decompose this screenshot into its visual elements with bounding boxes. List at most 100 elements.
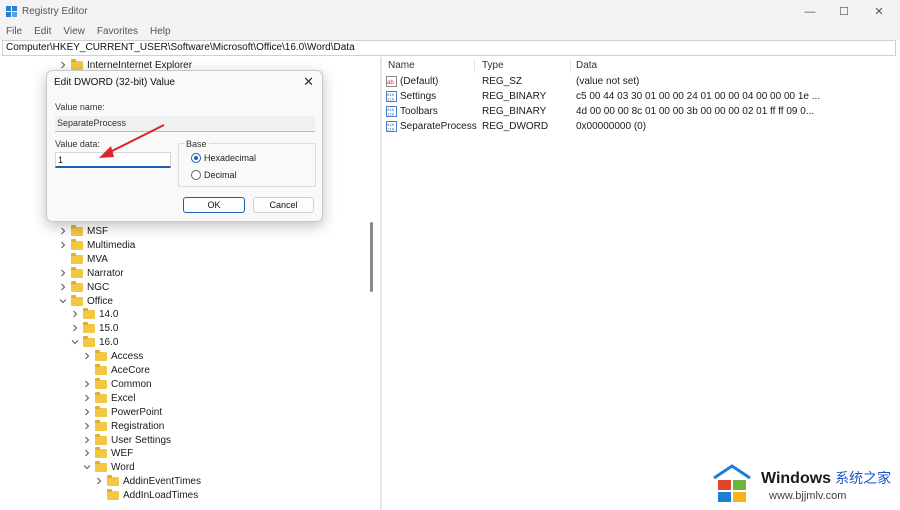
ok-button[interactable]: OK [183, 197, 245, 213]
chevron-right-icon[interactable] [82, 435, 92, 445]
address-bar[interactable]: Computer\HKEY_CURRENT_USER\Software\Micr… [2, 40, 896, 56]
cancel-button[interactable]: Cancel [253, 197, 314, 213]
tree-item[interactable]: User Settings [82, 433, 171, 447]
tree-scrollbar-thumb[interactable] [370, 222, 373, 292]
chevron-right-icon[interactable] [58, 60, 68, 70]
tree-item[interactable]: WEF [82, 446, 133, 460]
minimize-button[interactable]: — [800, 4, 820, 20]
chevron-right-icon[interactable] [82, 448, 92, 458]
folder-icon [71, 266, 83, 278]
string-value-icon: ab [386, 76, 397, 87]
chevron-right-icon[interactable] [82, 393, 92, 403]
chevron-right-icon[interactable] [58, 268, 68, 278]
tree-item[interactable]: Common [82, 377, 152, 391]
tree-item-label: Registration [111, 420, 165, 432]
chevron-down-icon[interactable] [70, 337, 80, 347]
tree-item[interactable]: MVA [58, 252, 108, 266]
tree-item[interactable]: Multimedia [58, 238, 135, 252]
hexadecimal-label[interactable]: Hexadecimal [204, 153, 256, 163]
dialog-close-icon[interactable]: ✕ [303, 74, 314, 90]
value-data-input[interactable] [55, 152, 171, 168]
tree-item[interactable]: PowerPoint [82, 405, 162, 419]
chevron-right-icon[interactable] [82, 351, 92, 361]
folder-icon [95, 446, 107, 458]
folder-icon [83, 335, 95, 347]
menu-help[interactable]: Help [144, 24, 177, 40]
tree-item[interactable]: AddinEventTimes [94, 474, 201, 488]
tree-item[interactable]: Word [82, 460, 135, 474]
base-group-label: Base [184, 139, 209, 149]
tree-item[interactable]: MSF [58, 224, 108, 238]
chevron-right-icon[interactable] [58, 240, 68, 250]
tree-item[interactable]: Narrator [58, 266, 124, 280]
tree-item-label: AddinEventTimes [123, 475, 201, 487]
maximize-button[interactable]: ☐ [834, 4, 854, 20]
chevron-down-icon[interactable] [58, 296, 68, 306]
value-name-label: Value name: [55, 102, 105, 112]
list-row[interactable]: 010 110 SeparateProcess REG_DWORD 0x00000… [382, 120, 898, 135]
tree-item[interactable]: AceCore [82, 363, 150, 377]
svg-text:110: 110 [387, 99, 395, 103]
tree-item[interactable]: Excel [82, 391, 135, 405]
chevron-right-icon[interactable] [70, 309, 80, 319]
tree-item[interactable]: 14.0 [70, 307, 118, 321]
tree-item[interactable]: Office [58, 294, 113, 308]
folder-icon [95, 349, 107, 361]
tree-item-label: Office [87, 295, 113, 307]
folder-icon [83, 321, 95, 333]
tree-item[interactable]: NGC [58, 280, 109, 294]
column-header-type[interactable]: Type [482, 60, 504, 71]
tree-item[interactable]: Registration [82, 419, 164, 433]
window-title: Registry Editor [22, 6, 88, 17]
folder-icon [71, 238, 83, 250]
chevron-right-icon[interactable] [58, 226, 68, 236]
tree-item-label: Access [111, 350, 144, 362]
folder-icon [107, 474, 119, 486]
tree-connector [94, 490, 104, 500]
value-data: 4d 00 00 00 8c 01 00 00 3b 00 00 00 02 0… [576, 106, 815, 117]
tree-item-label: Narrator [87, 267, 124, 279]
tree-item-label: Excel [111, 392, 136, 404]
decimal-radio[interactable] [191, 170, 201, 180]
folder-icon [71, 280, 83, 292]
column-separator[interactable] [570, 59, 571, 73]
folder-icon [71, 252, 83, 264]
menu-file[interactable]: File [0, 24, 28, 40]
folder-icon [71, 224, 83, 236]
column-header-name[interactable]: Name [388, 60, 415, 71]
value-type: REG_SZ [482, 76, 523, 87]
chevron-right-icon[interactable] [82, 379, 92, 389]
tree-item[interactable]: 15.0 [70, 321, 118, 335]
title-bar: Registry Editor — ☐ ✕ [0, 0, 900, 24]
chevron-right-icon[interactable] [58, 282, 68, 292]
hexadecimal-radio[interactable] [191, 153, 201, 163]
svg-text:010: 010 [387, 94, 395, 98]
chevron-right-icon[interactable] [70, 323, 80, 333]
binary-value-icon: 010110 [386, 106, 397, 117]
chevron-right-icon[interactable] [82, 407, 92, 417]
folder-icon [95, 433, 107, 445]
folder-icon [95, 405, 107, 417]
value-type: REG_BINARY [482, 106, 547, 117]
list-row[interactable]: 010 110 Settings REG_BINARY c5 00 44 03 3… [382, 90, 898, 105]
watermark-title: Windows 系统之家 [761, 470, 892, 487]
menu-edit[interactable]: Edit [28, 24, 57, 40]
menu-view[interactable]: View [57, 24, 91, 40]
column-header-data[interactable]: Data [576, 60, 597, 71]
column-separator[interactable] [474, 59, 475, 73]
list-row[interactable]: 010 110 Toolbars REG_BINARY 4d 00 00 00 8… [382, 105, 898, 120]
windows-logo-icon [713, 464, 751, 502]
decimal-label[interactable]: Decimal [204, 170, 237, 180]
folder-icon [71, 294, 83, 306]
chevron-down-icon[interactable] [82, 462, 92, 472]
tree-item[interactable]: AddInLoadTimes [94, 488, 198, 502]
tree-item[interactable]: Access [82, 349, 143, 363]
tree-item[interactable]: 16.0 [70, 335, 118, 349]
chevron-right-icon[interactable] [94, 476, 104, 486]
menu-favorites[interactable]: Favorites [91, 24, 144, 40]
close-window-button[interactable]: ✕ [869, 4, 889, 20]
chevron-right-icon[interactable] [82, 421, 92, 431]
folder-icon [83, 307, 95, 319]
list-row[interactable]: ab (Default) REG_SZ (value not set) [382, 75, 898, 90]
tree-item-label: InterneInternet Explorer [87, 59, 193, 71]
